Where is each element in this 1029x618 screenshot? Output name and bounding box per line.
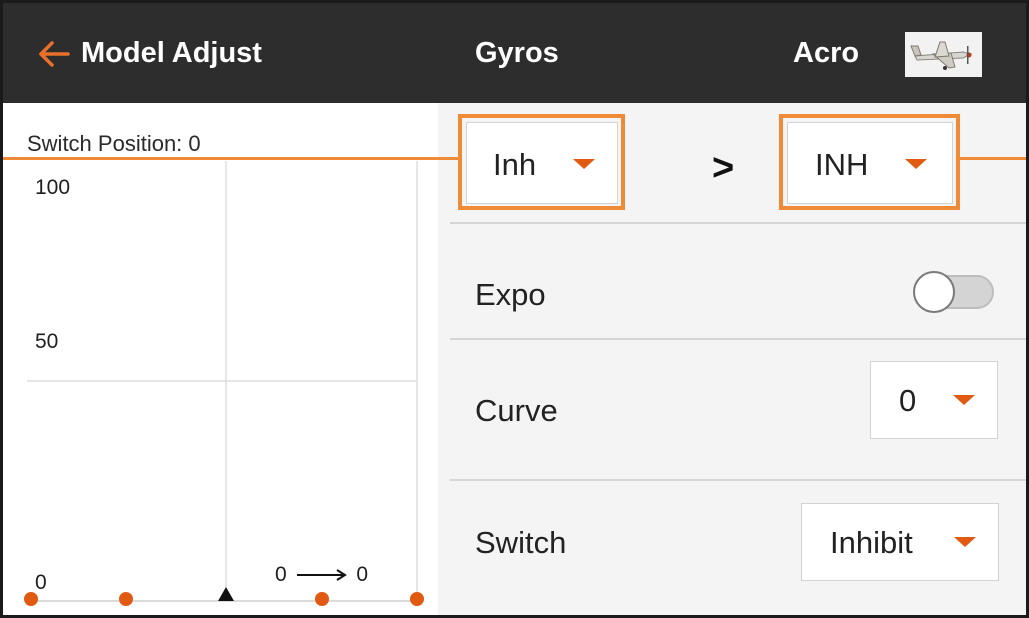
curve-label: Curve: [475, 393, 558, 428]
expo-label: Expo: [475, 277, 546, 312]
expo-toggle[interactable]: [913, 271, 996, 313]
screen-frame: Model Adjust Gyros Acro Switch Position:…: [0, 0, 1029, 618]
long-arrow-right-icon: [296, 569, 347, 582]
gain-graph: Switch Position: 0 100 50 0 0 0: [6, 103, 438, 615]
switch-dropdown[interactable]: Inhibit: [801, 503, 999, 581]
divider: [450, 222, 1026, 224]
gain-end-highlight: [779, 114, 960, 210]
position-marker-icon: [218, 587, 234, 601]
model-thumbnail[interactable]: [905, 32, 982, 77]
gain-separator: >: [712, 147, 735, 189]
back-label[interactable]: Model Adjust: [81, 35, 262, 71]
curve-dropdown[interactable]: 0: [870, 361, 998, 439]
y-axis-label-100: 100: [35, 176, 71, 199]
curve-point: [410, 592, 424, 606]
toggle-knob: [913, 271, 955, 313]
divider: [450, 479, 1026, 481]
settings-panel: Inh > INH Expo Curve 0 Switch Inhibit: [438, 103, 1026, 615]
callout-line-right: [958, 157, 1026, 160]
divider: [450, 338, 1026, 340]
transition-from: 0: [275, 563, 287, 586]
gain-start-highlight: [458, 114, 625, 210]
caret-down-icon: [954, 537, 976, 547]
arrow-left-icon[interactable]: [37, 39, 71, 69]
switch-value: Inhibit: [830, 525, 913, 560]
curve-point: [315, 592, 329, 606]
y-axis-label-0: 0: [35, 571, 47, 594]
page-title: Gyros: [475, 37, 559, 69]
airplane-icon: [905, 32, 982, 77]
caret-down-icon: [953, 395, 975, 405]
callout-line-left: [3, 157, 461, 160]
transition-to: 0: [356, 563, 369, 586]
curve-value: 0: [899, 383, 917, 418]
gain-transition: 0 0: [275, 563, 368, 587]
top-bar: Model Adjust Gyros Acro: [3, 3, 1026, 103]
curve-point: [119, 592, 133, 606]
switch-label: Switch: [475, 525, 567, 560]
graph-grid: [24, 161, 424, 606]
y-axis-label-50: 50: [35, 330, 59, 353]
model-type-label[interactable]: Acro: [793, 35, 859, 71]
